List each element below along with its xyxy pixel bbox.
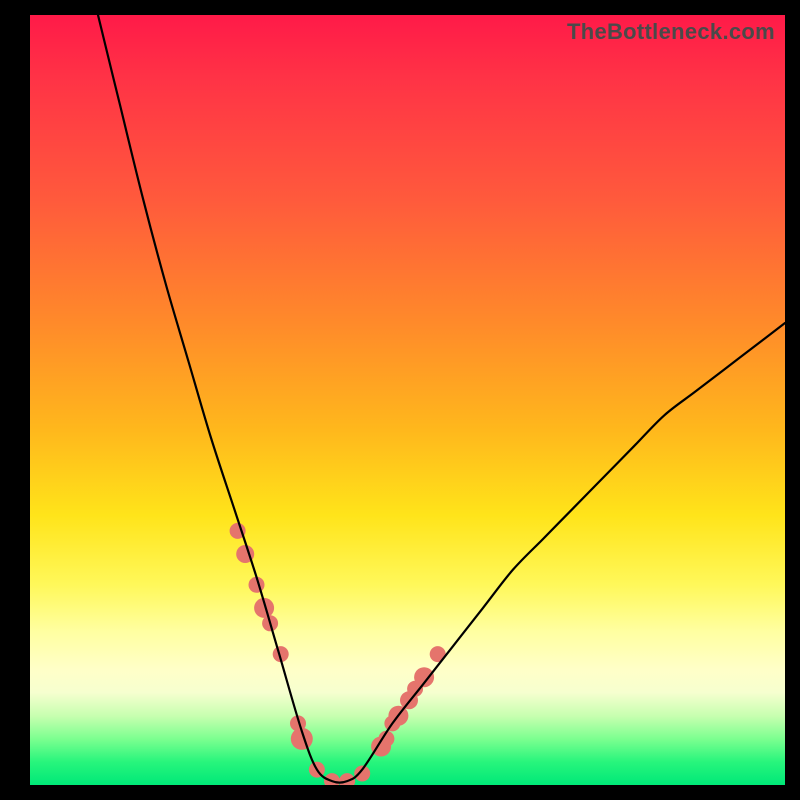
bottleneck-curve: [98, 15, 785, 783]
plot-area: TheBottleneck.com: [30, 15, 785, 785]
chart-overlay: [30, 15, 785, 785]
marker-group: [230, 523, 446, 785]
chart-frame: TheBottleneck.com: [0, 0, 800, 800]
